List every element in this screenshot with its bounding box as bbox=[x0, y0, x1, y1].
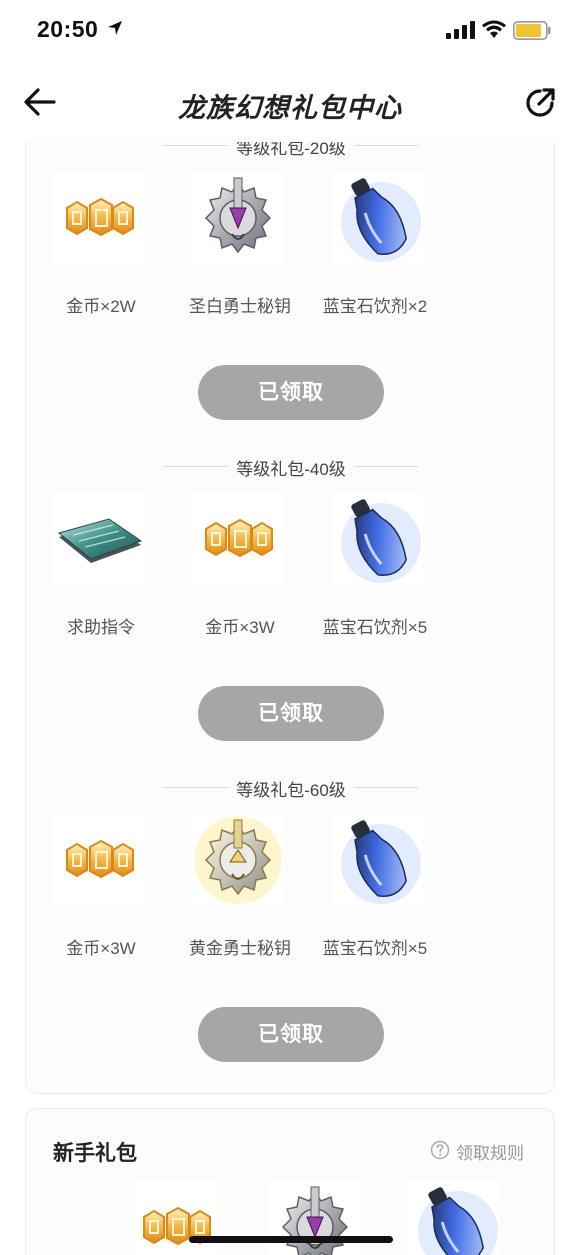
claimed-button[interactable]: 已领取 bbox=[198, 365, 384, 420]
reward-name: 金币×3W bbox=[66, 939, 136, 958]
question-circle-icon bbox=[430, 1140, 450, 1160]
reward-name: 金币×3W bbox=[205, 618, 275, 637]
tier-title: 等级礼包-40级 bbox=[236, 460, 346, 479]
divider-line bbox=[354, 145, 419, 146]
reward-name: 金币×2W bbox=[66, 297, 136, 316]
status-bar: 20:50 bbox=[0, 0, 580, 62]
blue-potion-icon bbox=[331, 172, 423, 264]
level-packs-card: 等级礼包-20级 金币×2W 圣白勇士秘钥 蓝宝石饮剂×2 已领取 等级礼包-4… bbox=[25, 110, 555, 1094]
gold-coins-icon bbox=[53, 814, 145, 906]
reward-name: 黄金勇士秘钥 bbox=[189, 939, 291, 958]
silver-key-emblem-icon bbox=[192, 172, 284, 264]
reward-items: 求助指令 金币×3W 蓝宝石饮剂×5 bbox=[26, 493, 556, 668]
battery-icon bbox=[513, 21, 551, 40]
reward-name: 求助指令 bbox=[67, 618, 135, 637]
reward-name: 蓝宝石饮剂×5 bbox=[322, 618, 428, 637]
wifi-icon bbox=[482, 20, 506, 38]
gold-coins-icon bbox=[53, 172, 145, 264]
blue-potion-icon bbox=[331, 814, 423, 906]
divider-line bbox=[354, 787, 419, 788]
reward-items: 金币×2W 圣白勇士秘钥 蓝宝石饮剂×2 bbox=[26, 172, 556, 347]
tier-header: 等级礼包-60级 bbox=[26, 776, 556, 800]
reward-name: 蓝宝石饮剂×2 bbox=[322, 297, 428, 316]
section-title: 新手礼包 bbox=[53, 1142, 137, 1165]
claimed-button[interactable]: 已领取 bbox=[198, 686, 384, 741]
silver-key-emblem-icon bbox=[269, 1181, 361, 1255]
status-time: 20:50 bbox=[37, 16, 99, 42]
divider-line bbox=[354, 466, 419, 467]
reward-name: 蓝宝石饮剂×5 bbox=[322, 939, 428, 958]
share-icon[interactable] bbox=[522, 85, 558, 121]
gold-coins-icon bbox=[192, 493, 284, 585]
blue-potion-icon bbox=[331, 493, 423, 585]
nav-bar: 龙族幻想礼包中心 bbox=[0, 62, 580, 142]
cellular-signal-icon bbox=[446, 21, 475, 39]
page-title: 龙族幻想礼包中心 bbox=[178, 93, 402, 123]
gold-coins-icon bbox=[130, 1181, 222, 1255]
gold-key-emblem-icon bbox=[192, 814, 284, 906]
blue-potion-icon bbox=[408, 1181, 500, 1255]
tier-title: 等级礼包-60级 bbox=[236, 781, 346, 800]
tier-header: 等级礼包-40级 bbox=[26, 455, 556, 479]
location-arrow-icon bbox=[108, 21, 122, 35]
claimed-button[interactable]: 已领取 bbox=[198, 1007, 384, 1062]
claim-rules-label: 领取规则 bbox=[456, 1144, 524, 1163]
reward-items: 金币×3W 黄金勇士秘钥 蓝宝石饮剂×5 bbox=[26, 814, 556, 989]
home-indicator bbox=[189, 1236, 393, 1243]
newbie-pack-card: 新手礼包 领取规则 bbox=[25, 1108, 555, 1255]
command-tablet-icon bbox=[53, 493, 145, 585]
reward-name: 圣白勇士秘钥 bbox=[189, 297, 291, 316]
